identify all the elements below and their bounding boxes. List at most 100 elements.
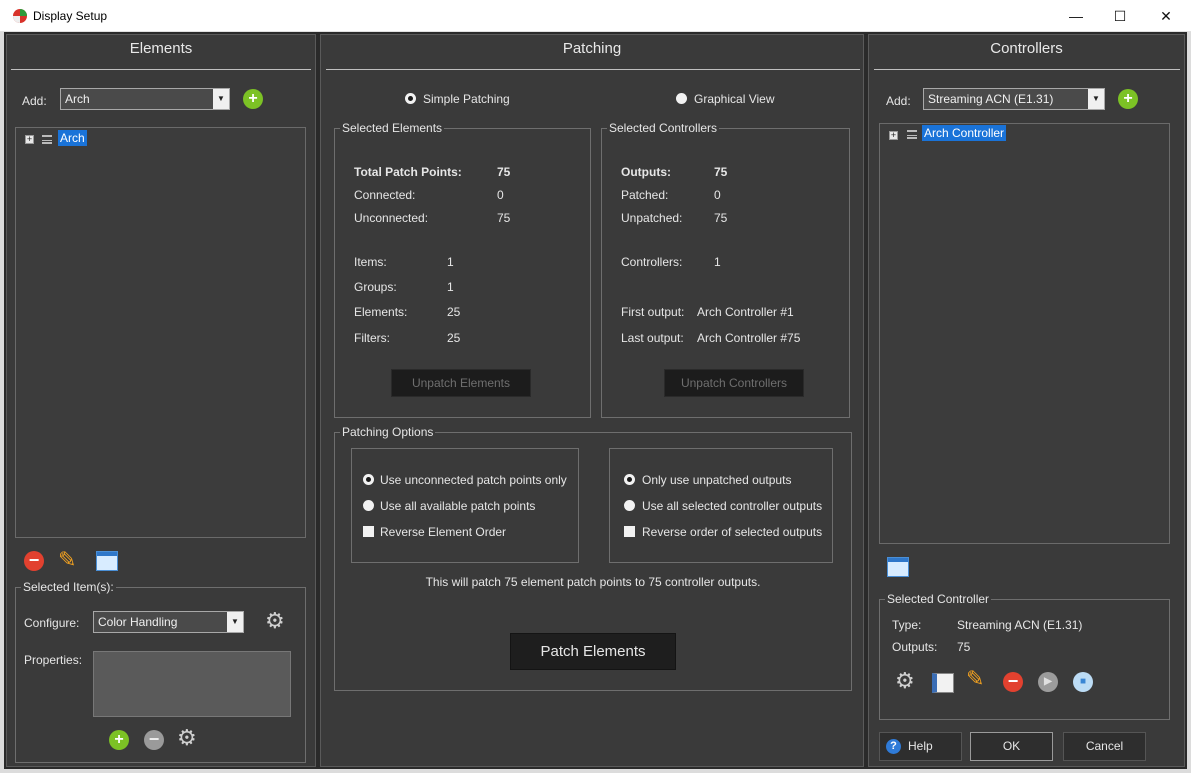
tree-item-arch[interactable]: Arch	[58, 130, 87, 146]
help-button-label: Help	[908, 739, 933, 753]
grid-setup-icon[interactable]	[96, 551, 118, 571]
simple-patching-label[interactable]: Simple Patching	[423, 92, 510, 106]
patched-label: Patched:	[621, 188, 669, 202]
selected-controller-title: Selected Controller	[885, 592, 992, 606]
close-button[interactable]: ✕	[1143, 0, 1189, 32]
stop-controller-icon[interactable]: ■	[1073, 672, 1093, 692]
add-property-button[interactable]: +	[109, 730, 129, 750]
unpatched-only-label[interactable]: Only use unpatched outputs	[642, 473, 791, 487]
ok-button[interactable]: OK	[970, 732, 1053, 761]
remove-controller-button[interactable]: −	[1003, 672, 1023, 692]
controller-outputs-value: 75	[957, 640, 971, 654]
unpatch-controllers-button[interactable]: Unpatch Controllers	[664, 369, 804, 397]
selected-elements-title: Selected Elements	[340, 121, 445, 135]
groups-value: 1	[447, 280, 454, 294]
selected-controllers-title: Selected Controllers	[607, 121, 720, 135]
properties-list[interactable]	[93, 651, 291, 717]
controllers-count-value: 1	[714, 255, 721, 269]
unconnected-only-radio[interactable]	[363, 474, 374, 485]
add-element-button[interactable]: +	[243, 89, 263, 109]
all-patch-points-label[interactable]: Use all available patch points	[380, 499, 535, 513]
maximize-button[interactable]: ☐	[1097, 0, 1143, 32]
total-patch-points-label: Total Patch Points:	[354, 165, 462, 179]
unpatched-only-radio[interactable]	[624, 474, 635, 485]
element-node-icon	[42, 135, 52, 144]
chevron-down-icon: ▼	[1088, 89, 1104, 109]
elements-add-label: Add:	[22, 94, 47, 108]
all-patch-points-radio[interactable]	[363, 500, 374, 511]
tree-item-arch-controller[interactable]: Arch Controller	[922, 125, 1007, 141]
all-controller-outputs-radio[interactable]	[624, 500, 635, 511]
unpatched-label: Unpatched:	[621, 211, 683, 225]
divider	[11, 69, 311, 70]
controller-node-icon	[907, 130, 917, 139]
controllers-count-label: Controllers:	[621, 255, 683, 269]
reverse-element-order-label[interactable]: Reverse Element Order	[380, 525, 506, 539]
selected-elements-group: Selected Elements Total Patch Points: 75…	[334, 121, 591, 418]
configure-select-value: Color Handling	[98, 615, 178, 629]
app-logo-icon	[13, 9, 27, 23]
output-list-icon[interactable]	[932, 673, 954, 693]
reverse-outputs-checkbox[interactable]	[624, 526, 635, 537]
controller-settings-gear-icon[interactable]: ⚙	[895, 668, 915, 694]
controllers-add-label: Add:	[886, 94, 911, 108]
simple-patching-radio[interactable]	[405, 93, 416, 104]
selected-controllers-group: Selected Controllers Outputs: 75 Patched…	[601, 121, 850, 418]
elements-tree[interactable]: + Arch	[15, 127, 306, 538]
controller-type-select[interactable]: Streaming ACN (E1.31) ▼	[923, 88, 1105, 110]
controllers-panel-title: Controllers	[990, 40, 1063, 57]
all-controller-outputs-label[interactable]: Use all selected controller outputs	[642, 499, 822, 513]
controllers-tree[interactable]: + Arch Controller	[879, 123, 1170, 544]
expand-icon[interactable]: +	[889, 131, 898, 140]
unconnected-only-label[interactable]: Use unconnected patch points only	[380, 473, 567, 487]
cancel-button[interactable]: Cancel	[1063, 732, 1146, 761]
divider	[874, 69, 1180, 70]
minimize-button[interactable]: —	[1053, 0, 1099, 32]
reverse-outputs-label[interactable]: Reverse order of selected outputs	[642, 525, 822, 539]
edit-pencil-icon[interactable]: ✎	[58, 547, 76, 573]
unconnected-value: 75	[497, 211, 511, 225]
elements-panel-title: Elements	[129, 40, 193, 57]
patching-options-title: Patching Options	[340, 425, 436, 439]
groups-label: Groups:	[354, 280, 397, 294]
filters-label: Filters:	[354, 331, 390, 345]
element-type-select-value: Arch	[65, 92, 90, 106]
items-label: Items:	[354, 255, 387, 269]
start-controller-play-icon[interactable]: ▶	[1038, 672, 1058, 692]
properties-label: Properties:	[24, 653, 83, 667]
display-setup-body: Elements Add: Arch ▼ + + Arch − ✎ Select…	[4, 32, 1187, 769]
unpatch-elements-button[interactable]: Unpatch Elements	[391, 369, 531, 397]
divider	[326, 69, 860, 70]
element-options-box: Use unconnected patch points only Use al…	[351, 448, 579, 563]
configure-select[interactable]: Color Handling ▼	[93, 611, 244, 633]
selected-controller-group: Selected Controller Type: Streaming ACN …	[879, 592, 1170, 720]
remove-property-button[interactable]: −	[144, 730, 164, 750]
remove-element-button[interactable]: −	[24, 551, 44, 571]
patching-options-group: Patching Options Use unconnected patch p…	[334, 425, 852, 691]
expand-icon[interactable]: +	[25, 135, 34, 144]
configure-label: Configure:	[24, 616, 80, 630]
edit-controller-pencil-icon[interactable]: ✎	[966, 666, 984, 692]
controller-type-value: Streaming ACN (E1.31)	[957, 618, 1083, 632]
configure-gear-icon[interactable]: ⚙	[265, 608, 285, 634]
reverse-element-order-checkbox[interactable]	[363, 526, 374, 537]
selected-items-title: Selected Item(s):	[21, 580, 116, 594]
graphical-view-label[interactable]: Graphical View	[694, 92, 774, 106]
controller-type-select-value: Streaming ACN (E1.31)	[928, 92, 1054, 106]
patch-elements-button[interactable]: Patch Elements	[510, 633, 676, 670]
window-title: Display Setup	[33, 9, 108, 23]
last-output-label: Last output:	[621, 331, 684, 345]
add-controller-button[interactable]: +	[1118, 89, 1138, 109]
total-patch-points-value: 75	[497, 165, 511, 179]
patching-panel-title: Patching	[562, 40, 622, 57]
outputs-value: 75	[714, 165, 728, 179]
filters-value: 25	[447, 331, 461, 345]
first-output-value: Arch Controller #1	[697, 305, 794, 319]
grid-setup-icon[interactable]	[887, 557, 909, 577]
connected-value: 0	[497, 188, 504, 202]
element-type-select[interactable]: Arch ▼	[60, 88, 230, 110]
help-button[interactable]: ? Help	[879, 732, 962, 761]
property-settings-gear-icon[interactable]: ⚙	[177, 725, 197, 751]
connected-label: Connected:	[354, 188, 416, 202]
graphical-view-radio[interactable]	[676, 93, 687, 104]
